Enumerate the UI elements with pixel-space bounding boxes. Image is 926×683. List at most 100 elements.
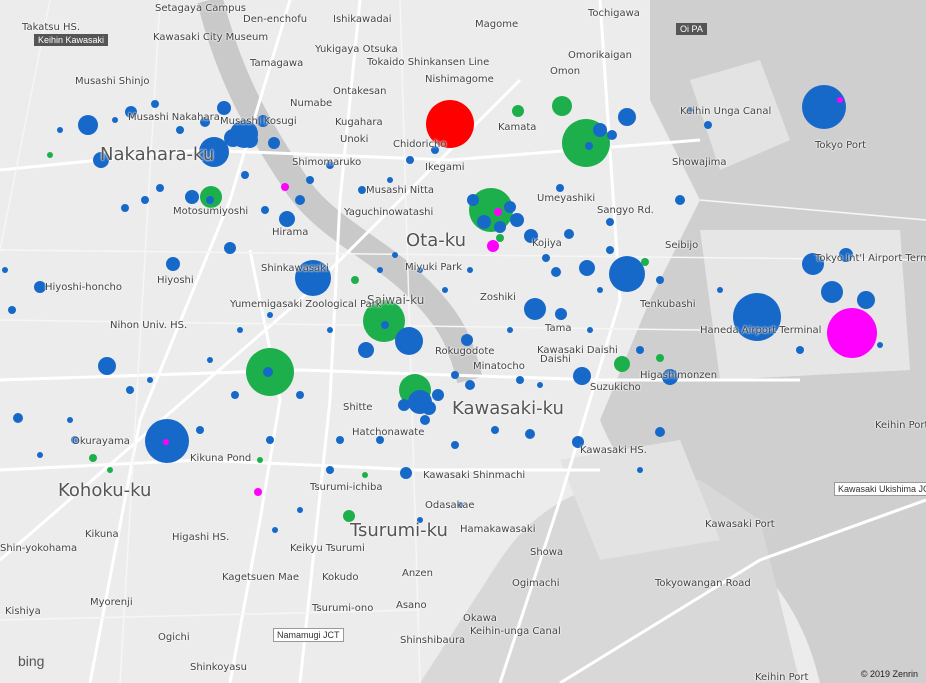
blue-marker[interactable] <box>326 466 334 474</box>
blue-marker[interactable] <box>263 367 273 377</box>
blue-marker[interactable] <box>206 196 214 204</box>
blue-marker[interactable] <box>121 204 129 212</box>
blue-marker[interactable] <box>387 177 393 183</box>
blue-marker[interactable] <box>573 367 591 385</box>
magenta-marker[interactable] <box>837 97 843 103</box>
green-marker[interactable] <box>641 258 649 266</box>
green-marker[interactable] <box>257 457 263 463</box>
blue-marker[interactable] <box>327 327 333 333</box>
blue-marker[interactable] <box>406 156 414 164</box>
blue-marker[interactable] <box>126 386 134 394</box>
blue-marker[interactable] <box>606 246 614 254</box>
blue-marker[interactable] <box>618 108 636 126</box>
blue-marker[interactable] <box>400 467 412 479</box>
blue-marker[interactable] <box>516 376 524 384</box>
blue-marker[interactable] <box>112 117 118 123</box>
green-marker[interactable] <box>47 152 53 158</box>
blue-marker[interactable] <box>524 298 546 320</box>
blue-marker[interactable] <box>196 426 204 434</box>
blue-marker[interactable] <box>555 308 567 320</box>
blue-marker[interactable] <box>542 254 550 262</box>
magenta-marker[interactable] <box>827 308 877 358</box>
blue-marker[interactable] <box>381 321 389 329</box>
map-canvas[interactable]: Setagaya Campus Den-enchofu Ishikawadai Mag… <box>0 0 926 683</box>
blue-marker[interactable] <box>420 415 430 425</box>
blue-marker[interactable] <box>491 426 499 434</box>
blue-marker[interactable] <box>306 176 314 184</box>
blue-marker[interactable] <box>556 184 564 192</box>
blue-marker[interactable] <box>717 287 723 293</box>
magenta-marker[interactable] <box>254 488 262 496</box>
blue-marker[interactable] <box>241 171 249 179</box>
blue-marker[interactable] <box>504 201 516 213</box>
blue-marker[interactable] <box>655 427 665 437</box>
green-marker[interactable] <box>107 467 113 473</box>
blue-marker[interactable] <box>267 312 273 318</box>
blue-marker[interactable] <box>432 389 444 401</box>
blue-marker[interactable] <box>266 436 274 444</box>
blue-marker[interactable] <box>636 346 644 354</box>
blue-marker[interactable] <box>564 229 574 239</box>
blue-marker[interactable] <box>151 100 159 108</box>
blue-marker[interactable] <box>597 287 603 293</box>
green-marker[interactable] <box>496 234 504 242</box>
blue-marker[interactable] <box>637 467 643 473</box>
magenta-marker[interactable] <box>163 439 169 445</box>
blue-marker[interactable] <box>147 377 153 383</box>
blue-marker[interactable] <box>67 417 73 423</box>
blue-marker[interactable] <box>279 211 295 227</box>
blue-marker[interactable] <box>607 130 617 140</box>
blue-marker[interactable] <box>224 242 236 254</box>
magenta-marker[interactable] <box>487 240 499 252</box>
blue-marker[interactable] <box>57 127 63 133</box>
blue-marker[interactable] <box>176 126 184 134</box>
blue-marker[interactable] <box>392 252 398 258</box>
blue-marker[interactable] <box>537 382 543 388</box>
blue-marker[interactable] <box>507 327 513 333</box>
blue-marker[interactable] <box>231 391 239 399</box>
blue-marker[interactable] <box>579 260 595 276</box>
blue-marker[interactable] <box>13 413 23 423</box>
blue-marker[interactable] <box>224 129 242 147</box>
green-marker[interactable] <box>512 105 524 117</box>
blue-marker[interactable] <box>609 256 645 292</box>
blue-marker[interactable] <box>802 85 846 129</box>
blue-marker[interactable] <box>2 267 8 273</box>
blue-marker[interactable] <box>675 195 685 205</box>
blue-marker[interactable] <box>451 371 459 379</box>
green-marker[interactable] <box>614 356 630 372</box>
blue-marker[interactable] <box>242 132 258 148</box>
blue-marker[interactable] <box>358 186 366 194</box>
green-marker[interactable] <box>552 96 572 116</box>
blue-marker[interactable] <box>296 391 304 399</box>
blue-marker[interactable] <box>704 121 712 129</box>
blue-marker[interactable] <box>78 115 98 135</box>
blue-marker[interactable] <box>272 527 278 533</box>
blue-marker[interactable] <box>37 452 43 458</box>
blue-marker[interactable] <box>377 267 383 273</box>
blue-marker[interactable] <box>185 190 199 204</box>
blue-marker[interactable] <box>395 327 423 355</box>
blue-marker[interactable] <box>451 441 459 449</box>
blue-marker[interactable] <box>295 195 305 205</box>
blue-marker[interactable] <box>465 380 475 390</box>
blue-marker[interactable] <box>422 401 436 415</box>
blue-marker[interactable] <box>551 267 561 277</box>
blue-marker[interactable] <box>261 206 269 214</box>
blue-marker[interactable] <box>467 267 473 273</box>
blue-marker[interactable] <box>268 137 280 149</box>
blue-marker[interactable] <box>656 276 664 284</box>
magenta-marker[interactable] <box>281 183 289 191</box>
blue-marker[interactable] <box>358 342 374 358</box>
blue-marker[interactable] <box>237 327 243 333</box>
blue-marker[interactable] <box>821 281 843 303</box>
blue-marker[interactable] <box>477 215 491 229</box>
blue-marker[interactable] <box>8 306 16 314</box>
magenta-marker[interactable] <box>494 208 502 216</box>
blue-marker[interactable] <box>587 327 593 333</box>
blue-marker[interactable] <box>467 194 479 206</box>
blue-marker[interactable] <box>606 218 614 226</box>
blue-marker[interactable] <box>207 357 213 363</box>
blue-marker[interactable] <box>525 429 535 439</box>
green-marker[interactable] <box>351 276 359 284</box>
